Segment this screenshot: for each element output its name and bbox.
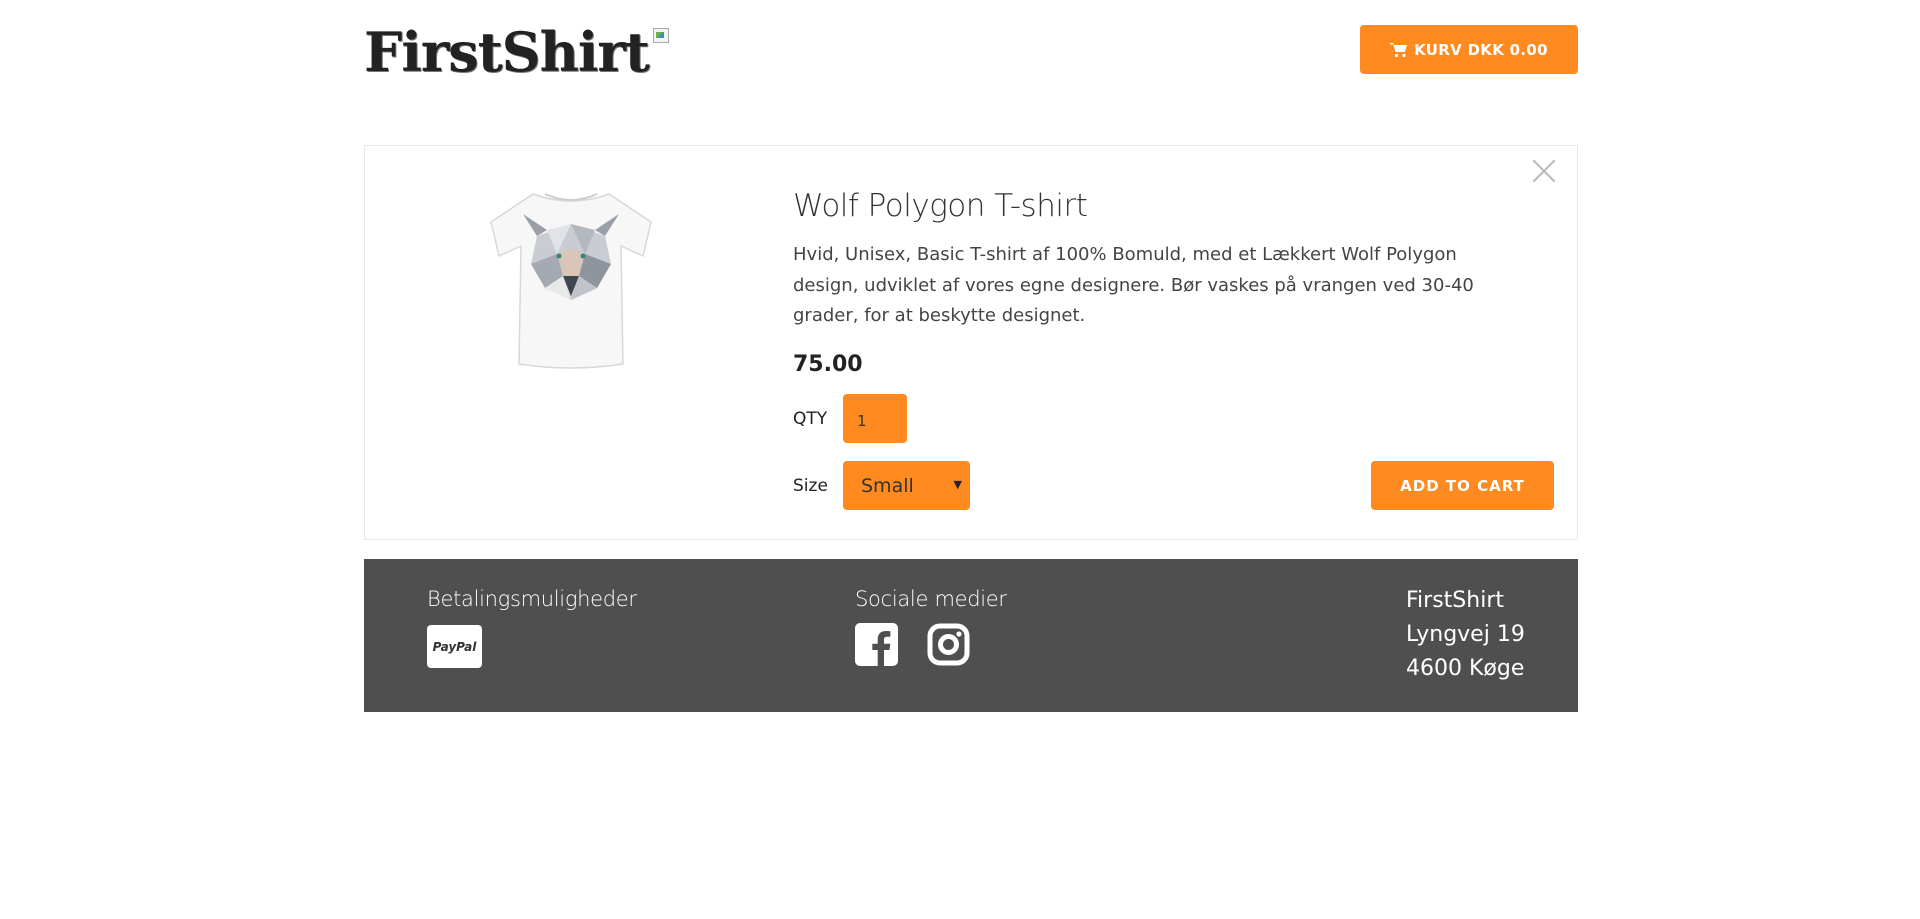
social-links (855, 623, 1007, 666)
product-panel: Wolf Polygon T-shirt Hvid, Unisex, Basic… (364, 145, 1578, 540)
site-header: FirstShirt KURV DKK 0.00 (364, 0, 1578, 100)
size-label: Size (793, 475, 828, 496)
social-title: Sociale medier (855, 587, 1007, 611)
social-section: Sociale medier (855, 587, 1007, 666)
product-price: 75.00 (793, 351, 863, 377)
product-details: Wolf Polygon T-shirt Hvid, Unisex, Basic… (793, 186, 1543, 377)
company-address: FirstShirt Lyngvej 19 4600 Køge (1406, 584, 1525, 686)
broken-image-icon (651, 26, 671, 44)
cart-label: KURV DKK 0.00 (1414, 40, 1548, 59)
instagram-icon[interactable] (927, 623, 970, 666)
site-footer: Betalingsmuligheder PayPal Sociale medie… (364, 559, 1578, 712)
payment-title: Betalingsmuligheder (427, 587, 637, 611)
quantity-input[interactable] (843, 394, 907, 443)
facebook-icon[interactable] (855, 623, 898, 666)
add-to-cart-button[interactable]: ADD TO CART (1371, 461, 1554, 510)
quantity-row: QTY (793, 394, 907, 443)
size-select[interactable]: Small ▼ (843, 461, 970, 510)
payment-section: Betalingsmuligheder PayPal (427, 587, 637, 668)
product-description: Hvid, Unisex, Basic T-shirt af 100% Bomu… (793, 244, 1474, 326)
size-selected-value: Small (861, 474, 914, 497)
logo-text: FirstShirt (364, 20, 650, 84)
dropdown-arrow-icon: ▼ (953, 478, 962, 491)
product-title: Wolf Polygon T-shirt (793, 188, 1088, 224)
cart-button[interactable]: KURV DKK 0.00 (1360, 25, 1578, 74)
site-logo[interactable]: FirstShirt (364, 22, 671, 82)
paypal-logo[interactable]: PayPal (427, 625, 482, 668)
qty-label: QTY (793, 408, 828, 429)
size-row: Size Small ▼ (793, 461, 970, 510)
cart-icon (1390, 42, 1408, 57)
close-icon[interactable] (1531, 158, 1557, 184)
company-name: FirstShirt (1406, 588, 1504, 613)
address-street: Lyngvej 19 (1406, 622, 1525, 647)
product-image (490, 193, 652, 369)
address-city: 4600 Køge (1406, 656, 1525, 681)
